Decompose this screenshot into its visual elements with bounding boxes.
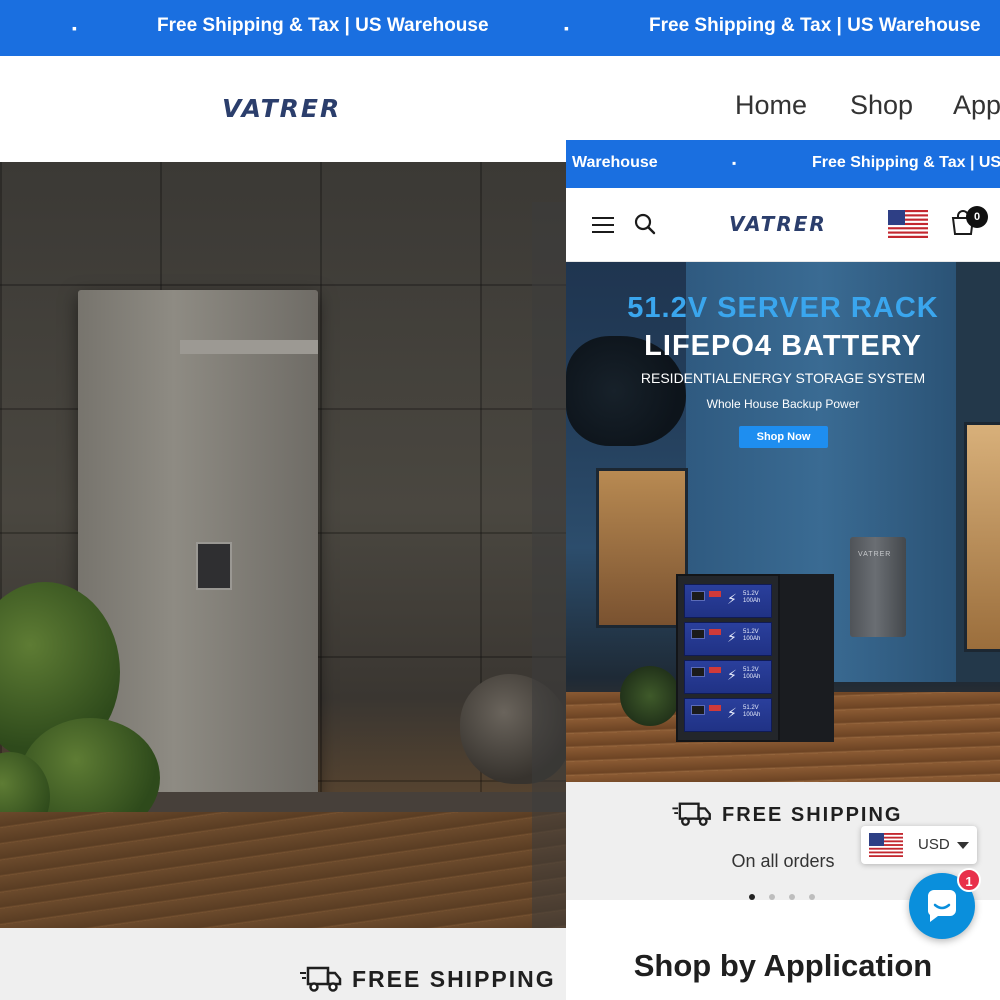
- hero-tagline: Whole House Backup Power: [706, 397, 860, 411]
- mobile-logo[interactable]: VATRER: [729, 212, 827, 236]
- currency-selector[interactable]: USD: [861, 826, 977, 864]
- wall-battery-unit: VATRER: [850, 537, 906, 637]
- battery-module: ⚡ 51.2V 100Ah: [684, 698, 772, 732]
- house-window: [964, 422, 1000, 652]
- potted-plant: [620, 666, 680, 726]
- nav-item-app[interactable]: App: [953, 90, 1000, 121]
- house-window: [596, 468, 688, 628]
- battery-module-label: 51.2V 100Ah: [743, 629, 761, 642]
- announcement-separator: ▪: [732, 156, 737, 170]
- chat-notification-badge: 1: [957, 868, 981, 892]
- battery-module-label: 51.2V 100Ah: [743, 667, 761, 680]
- usp-title: FREE SHIPPING: [352, 966, 556, 992]
- truck-icon: [672, 802, 711, 826]
- nav-item-shop[interactable]: Shop: [850, 90, 913, 121]
- section-title: Shop by Application: [633, 948, 933, 983]
- announcement-separator: ▪: [564, 20, 569, 36]
- hero-headline-2: LIFEPO4 BATTERY: [644, 330, 922, 362]
- chevron-down-icon: [957, 842, 969, 849]
- hero-subtitle: RESIDENTIALENERGY STORAGE SYSTEM: [640, 370, 926, 386]
- background-usp-bar: FREE SHIPPING: [0, 928, 566, 1000]
- background-announcement-bar: ▪ Free Shipping & Tax | US Warehouse ▪ F…: [0, 0, 1000, 56]
- us-flag-icon[interactable]: [888, 210, 928, 238]
- wooden-deck: [0, 812, 566, 928]
- battery-module: ⚡ 51.2V 100Ah: [684, 660, 772, 694]
- battery-module: ⚡ 51.2V 100Ah: [684, 584, 772, 618]
- nav-item-home[interactable]: Home: [735, 90, 807, 121]
- hero-headline-1: 51.2V SERVER RACK: [627, 292, 939, 324]
- background-logo[interactable]: VATRER: [222, 94, 341, 123]
- currency-code: USD: [918, 836, 950, 853]
- mobile-hero-banner[interactable]: VATRER ⚡ 51.2V 100Ah ⚡ 51.2V 100Ah ⚡ 51.2V …: [566, 262, 1000, 782]
- wall-lamp: [180, 340, 318, 354]
- chat-icon: [927, 890, 956, 922]
- mobile-header: VATRER 0: [566, 188, 1000, 262]
- usp-title: FREE SHIPPING: [722, 804, 903, 826]
- truck-icon: [300, 966, 342, 992]
- announcement-separator: ▪: [72, 20, 77, 36]
- shop-now-button[interactable]: Shop Now: [739, 426, 828, 448]
- wall-switch: [196, 542, 232, 590]
- battery-module-label: 51.2V 100Ah: [743, 705, 761, 718]
- announcement-message[interactable]: Warehouse: [572, 154, 658, 172]
- battery-module-label: 51.2V 100Ah: [743, 591, 761, 604]
- mobile-announcement-bar: Warehouse ▪ Free Shipping & Tax | US: [566, 140, 1000, 188]
- mockup-shadow: [532, 202, 566, 1000]
- us-flag-icon: [869, 833, 903, 857]
- announcement-message[interactable]: Free Shipping & Tax | US Warehouse: [649, 15, 981, 37]
- battery-module: ⚡ 51.2V 100Ah: [684, 622, 772, 656]
- server-rack-side: [780, 574, 834, 742]
- wall-battery-label: VATRER: [858, 551, 892, 558]
- search-icon[interactable]: [634, 213, 656, 235]
- announcement-message[interactable]: Free Shipping & Tax | US: [812, 154, 1000, 172]
- announcement-message[interactable]: Free Shipping & Tax | US Warehouse: [157, 15, 489, 37]
- mobile-mockup: Warehouse ▪ Free Shipping & Tax | US VAT…: [566, 140, 1000, 1000]
- cart-count-badge: 0: [966, 206, 988, 228]
- hamburger-icon[interactable]: [592, 217, 614, 233]
- background-hero-image: [0, 162, 566, 928]
